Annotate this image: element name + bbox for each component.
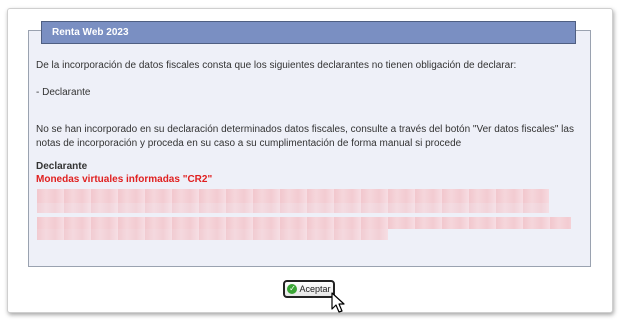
accept-button[interactable]: ✓ Aceptar xyxy=(283,280,335,298)
accept-button-label: Aceptar xyxy=(299,284,331,294)
fiscal-data-note: No se han incorporado en su declaración … xyxy=(36,124,574,149)
check-circle-icon: ✓ xyxy=(287,284,298,294)
redacted-content xyxy=(37,217,571,229)
redacted-content xyxy=(37,189,549,203)
declarant-list-item: - Declarante xyxy=(36,87,91,98)
virtual-currency-heading: Monedas virtuales informadas "CR2" xyxy=(36,174,213,185)
intro-text: De la incorporación de datos fiscales co… xyxy=(36,60,517,71)
redacted-content xyxy=(37,229,388,240)
dialog-title: Renta Web 2023 xyxy=(41,21,576,44)
mouse-pointer-icon xyxy=(331,292,345,313)
declarant-heading: Declarante xyxy=(36,161,88,172)
redacted-content xyxy=(37,203,549,213)
